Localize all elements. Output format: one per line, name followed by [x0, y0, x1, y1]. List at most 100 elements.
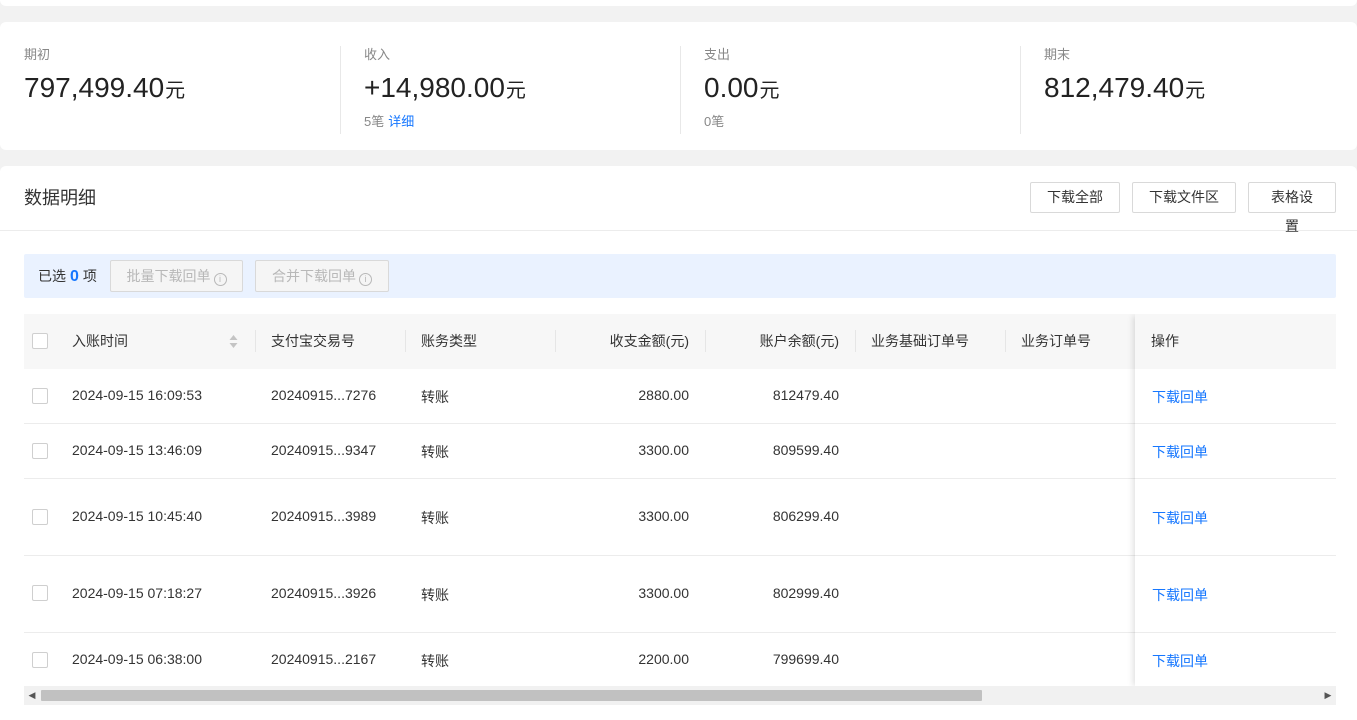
- batch-download-label: 批量下载回单: [126, 268, 211, 284]
- download-all-button[interactable]: 下载全部: [1030, 182, 1120, 213]
- col-separator: [255, 330, 256, 352]
- data-detail-panel: 数据明细 下载全部 下载文件区 表格设置 已选 0 项 批量下载回单 i 合并下载回单…: [0, 166, 1357, 720]
- table-row: 2024-09-15 07:18:27 20240915...3926 转账 3…: [24, 556, 1336, 633]
- col-header-type: 账务类型: [421, 333, 477, 349]
- cell-balance: 806299.40: [772, 508, 839, 524]
- stat-income-sub: 5笔 详细: [364, 113, 526, 131]
- table-row: 2024-09-15 13:46:09 20240915...9347 转账 3…: [24, 424, 1336, 479]
- top-card-strip: [0, 0, 1357, 6]
- table-row: 2024-09-15 10:45:40 20240915...3989 转账 3…: [24, 479, 1336, 556]
- stat-closing: 期末 812,479.40元: [1020, 46, 1205, 134]
- cell-amount: 3300.00: [638, 585, 689, 601]
- col-header-trade-no: 支付宝交易号: [271, 333, 355, 349]
- cell-balance: 809599.40: [772, 442, 839, 458]
- cell-amount: 2200.00: [638, 651, 689, 667]
- table-settings-button[interactable]: 表格设置: [1248, 182, 1336, 234]
- cell-time: 2024-09-15 13:46:09: [72, 442, 202, 458]
- stat-income: 收入 +14,980.00元 5笔 详细: [340, 46, 526, 134]
- cell-trade-no: 20240915...3926: [271, 585, 377, 601]
- merge-download-receipt-button[interactable]: 合并下载回单 i: [255, 260, 389, 292]
- info-circle-icon: i: [359, 273, 372, 286]
- batch-download-receipt-button[interactable]: 批量下载回单 i: [110, 260, 243, 292]
- cell-type: 转账: [421, 510, 449, 526]
- selection-count: 0: [70, 268, 79, 285]
- download-receipt-link[interactable]: 下载回单: [1152, 508, 1208, 528]
- download-receipt-link[interactable]: 下载回单: [1152, 442, 1208, 462]
- download-receipt-link[interactable]: 下载回单: [1152, 651, 1208, 671]
- stat-closing-unit: 元: [1185, 80, 1206, 102]
- cell-balance: 802999.40: [772, 585, 839, 601]
- col-header-balance: 账户余额(元): [759, 333, 839, 349]
- stat-income-unit: 元: [505, 80, 526, 102]
- row-checkbox[interactable]: [32, 585, 48, 601]
- cell-trade-no: 20240915...9347: [271, 442, 377, 458]
- cell-amount: 2880.00: [638, 387, 689, 403]
- cell-trade-no: 20240915...7276: [271, 387, 377, 403]
- selection-suffix: 项: [82, 268, 97, 284]
- stat-expense-label: 支出: [704, 47, 731, 62]
- stat-closing-amount: 812,479.40: [1044, 72, 1185, 103]
- table-row: 2024-09-15 06:38:00 20240915...2167 转账 2…: [24, 633, 1336, 688]
- stat-income-amount: +14,980.00: [364, 72, 505, 103]
- cell-type: 转账: [421, 444, 449, 460]
- stat-expense-value: 0.00元: [704, 70, 780, 109]
- cell-balance: 799699.40: [772, 651, 839, 667]
- cell-trade-no: 20240915...3989: [271, 508, 377, 524]
- scrollbar-thumb[interactable]: [41, 690, 982, 701]
- stat-opening-unit: 元: [165, 80, 186, 102]
- col-header-action: 操作: [1151, 333, 1179, 349]
- stat-opening-value: 797,499.40元: [24, 70, 185, 109]
- download-receipt-link[interactable]: 下载回单: [1152, 387, 1208, 407]
- col-header-base-order: 业务基础订单号: [871, 333, 969, 349]
- table-row: 2024-09-15 16:09:53 20240915...7276 转账 2…: [24, 369, 1336, 424]
- cell-time: 2024-09-15 10:45:40: [72, 508, 202, 524]
- col-separator: [1005, 330, 1006, 352]
- col-separator: [405, 330, 406, 352]
- row-checkbox[interactable]: [32, 388, 48, 404]
- select-all-checkbox[interactable]: [32, 333, 48, 349]
- stat-expense-count: 0笔: [704, 114, 725, 129]
- stat-income-value: +14,980.00元: [364, 70, 526, 109]
- selection-bar: 已选 0 项 批量下载回单 i 合并下载回单 i: [24, 254, 1336, 298]
- arrow-right-icon[interactable]: ▶: [1320, 686, 1336, 705]
- cell-type: 转账: [421, 389, 449, 405]
- stat-opening: 期初 797,499.40元: [24, 46, 185, 134]
- horizontal-scrollbar[interactable]: ◀ ▶: [24, 686, 1336, 705]
- download-receipt-link[interactable]: 下载回单: [1152, 585, 1208, 605]
- stat-income-label: 收入: [364, 47, 391, 62]
- cell-type: 转账: [421, 653, 449, 669]
- stat-opening-label: 期初: [24, 47, 51, 62]
- cell-balance: 812479.40: [772, 387, 839, 403]
- summary-card: 期初 797,499.40元 收入 +14,980.00元 5笔 详细 支出 0.…: [0, 22, 1357, 150]
- stat-expense-unit: 元: [759, 80, 780, 102]
- cell-time: 2024-09-15 06:38:00: [72, 651, 202, 667]
- selection-info: 已选 0 项: [38, 266, 97, 287]
- cell-amount: 3300.00: [638, 442, 689, 458]
- arrow-left-icon[interactable]: ◀: [24, 686, 40, 705]
- cell-time: 2024-09-15 16:09:53: [72, 387, 202, 403]
- stat-closing-value: 812,479.40元: [1044, 70, 1205, 109]
- sort-icon[interactable]: [229, 335, 238, 348]
- stat-opening-amount: 797,499.40: [24, 72, 165, 103]
- merge-download-label: 合并下载回单: [272, 268, 356, 284]
- col-header-time[interactable]: 入账时间: [72, 314, 128, 369]
- panel-title: 数据明细: [24, 188, 96, 208]
- income-detail-link[interactable]: 详细: [388, 114, 414, 129]
- row-checkbox[interactable]: [32, 652, 48, 668]
- col-header-amount: 收支金额(元): [609, 333, 689, 349]
- cell-trade-no: 20240915...2167: [271, 651, 377, 667]
- transactions-table: 入账时间 支付宝交易号 账务类型 收支金额(元) 账户余额(元) 业务基础订单号…: [24, 314, 1336, 688]
- col-header-order: 业务订单号: [1021, 333, 1091, 349]
- table-header: 入账时间 支付宝交易号 账务类型 收支金额(元) 账户余额(元) 业务基础订单号…: [24, 314, 1336, 369]
- info-circle-icon: i: [213, 273, 227, 286]
- stat-expense: 支出 0.00元 0笔: [680, 46, 780, 134]
- cell-type: 转账: [421, 587, 449, 603]
- cell-amount: 3300.00: [638, 508, 689, 524]
- download-file-area-button[interactable]: 下载文件区: [1132, 182, 1236, 213]
- stat-closing-label: 期末: [1044, 47, 1071, 62]
- stat-expense-sub: 0笔: [704, 113, 780, 131]
- selection-prefix: 已选: [38, 268, 66, 284]
- stat-income-count: 5笔: [364, 114, 385, 129]
- row-checkbox[interactable]: [32, 443, 48, 459]
- row-checkbox[interactable]: [32, 509, 48, 525]
